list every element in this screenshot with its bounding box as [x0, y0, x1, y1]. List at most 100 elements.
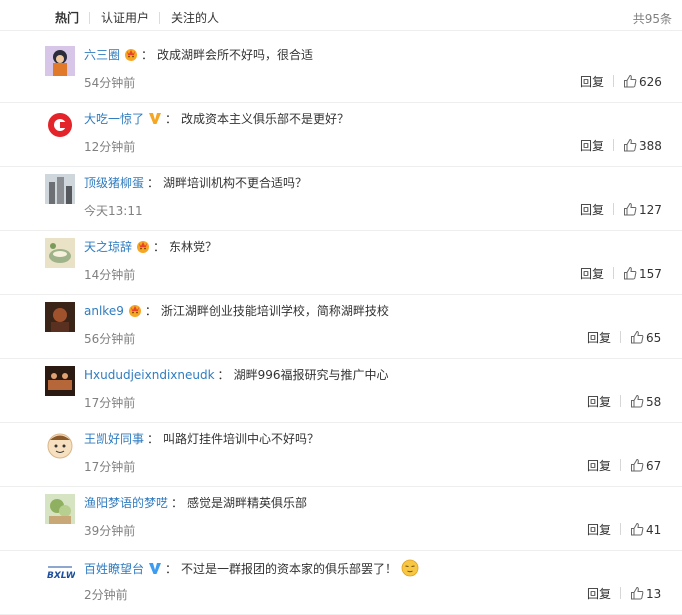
- like-count: 157: [639, 267, 662, 281]
- comment-item: 王凯好同事：叫路灯挂件培训中心不好吗？ 17分钟前 回复 67: [0, 422, 682, 487]
- comment-actions: 回复 65: [587, 329, 661, 349]
- reply-button[interactable]: 回复: [580, 137, 604, 155]
- comment-text: 改成资本主义俱乐部不是更好？: [181, 112, 350, 126]
- comment-username[interactable]: 百姓瞭望台: [84, 562, 144, 576]
- comment-text: 感觉是湖畔精英俱乐部: [187, 496, 308, 510]
- comment-time: 17分钟前: [84, 396, 136, 410]
- action-divider: [613, 139, 615, 151]
- thumbs-up-icon[interactable]: [630, 330, 644, 349]
- action-divider: [620, 331, 622, 343]
- action-divider: [613, 75, 615, 87]
- like-count: 626: [639, 75, 662, 89]
- reply-button[interactable]: 回复: [587, 329, 611, 347]
- thumbs-up-icon[interactable]: [630, 394, 644, 413]
- comment-actions: 回复 388: [580, 137, 662, 157]
- comment-tabs: 热门 认证用户 关注的人 共95条: [0, 0, 682, 31]
- thumbs-up-icon[interactable]: [630, 586, 644, 605]
- avatar[interactable]: [45, 174, 75, 204]
- action-divider: [613, 203, 615, 215]
- thumbs-up-icon[interactable]: [623, 74, 637, 93]
- comment-username[interactable]: 天之琼辞: [84, 240, 132, 254]
- action-divider: [620, 459, 622, 471]
- thumbs-up-icon[interactable]: [630, 458, 644, 477]
- comment-item: 天之琼辞：东林党？ 14分钟前 回复 157: [0, 230, 682, 295]
- like-count: 13: [646, 587, 662, 601]
- comment-time: 2分钟前: [84, 588, 128, 602]
- tab-verified-users[interactable]: 认证用户: [101, 10, 149, 26]
- comment-actions: 回复 67: [587, 457, 661, 477]
- like-count: 58: [646, 395, 662, 409]
- comment-item: 顶级猪柳蛋：湖畔培训机构不更合适吗？ 今天13:11 回复 127: [0, 166, 682, 231]
- reply-button[interactable]: 回复: [580, 265, 604, 283]
- tab-divider: [159, 12, 160, 24]
- comment-item: anlke9：浙江湖畔创业技能培训学校，简称湖畔技校 56分钟前 回复 65: [0, 294, 682, 359]
- tab-hot[interactable]: 热门: [55, 10, 79, 26]
- avatar[interactable]: BXLWT: [45, 558, 75, 588]
- like-count: 65: [646, 331, 662, 345]
- comment-text: 改成湖畔会所不好吗，很合适: [157, 48, 314, 62]
- avatar[interactable]: [45, 46, 75, 76]
- avatar[interactable]: [45, 494, 75, 524]
- comment-username[interactable]: 顶级猪柳蛋: [84, 176, 144, 190]
- comment-username[interactable]: 六三圈: [84, 48, 120, 62]
- like-count: 388: [639, 139, 662, 153]
- crown-badge-icon: [136, 239, 150, 257]
- comment-text: 不过是一群报团的资本家的俱乐部罢了！: [181, 562, 398, 576]
- comment-time: 14分钟前: [84, 268, 136, 282]
- reply-button[interactable]: 回复: [587, 393, 611, 411]
- tab-following[interactable]: 关注的人: [171, 10, 219, 26]
- avatar[interactable]: [45, 366, 75, 396]
- like-count: 41: [646, 523, 662, 537]
- comment-actions: 回复 127: [580, 201, 662, 221]
- comment-text: 叫路灯挂件培训中心不好吗？: [163, 432, 320, 446]
- comment-time: 54分钟前: [84, 76, 136, 90]
- comment-item: 大吃一惊了：改成资本主义俱乐部不是更好？ 12分钟前 回复 388: [0, 102, 682, 167]
- comment-actions: 回复 157: [580, 265, 662, 285]
- comment-actions: 回复 58: [587, 393, 661, 413]
- thumbs-up-icon[interactable]: [623, 266, 637, 285]
- v-badge-icon: [148, 561, 162, 579]
- avatar[interactable]: [45, 430, 75, 460]
- like-count: 127: [639, 203, 662, 217]
- thumbs-up-icon[interactable]: [623, 202, 637, 221]
- v-badge-icon: [148, 111, 162, 129]
- comment-time: 今天13:11: [84, 204, 143, 218]
- avatar[interactable]: [45, 238, 75, 268]
- comment-actions: 回复 41: [587, 521, 661, 541]
- reply-button[interactable]: 回复: [587, 457, 611, 475]
- comment-username[interactable]: anlke9: [84, 304, 124, 318]
- thumbs-up-icon[interactable]: [623, 138, 637, 157]
- comment-text: 湖畔996福报研究与推广中心: [233, 368, 389, 382]
- crown-badge-icon: [128, 303, 142, 321]
- comment-time: 17分钟前: [84, 460, 136, 474]
- comment-actions: 回复 626: [580, 73, 662, 93]
- comment-username[interactable]: Hxududjeixndixneudk: [84, 368, 215, 382]
- svg-text:BXLWT: BXLWT: [47, 571, 75, 581]
- crown-badge-icon: [124, 47, 138, 65]
- tab-divider: [89, 12, 90, 24]
- comment-text: 浙江湖畔创业技能培训学校，简称湖畔技校: [160, 304, 389, 318]
- reply-button[interactable]: 回复: [587, 585, 611, 603]
- reply-button[interactable]: 回复: [587, 521, 611, 539]
- avatar[interactable]: [45, 110, 75, 140]
- action-divider: [620, 395, 622, 407]
- comment-item: 渔阳梦语的梦呓：感觉是湖畔精英俱乐部 39分钟前 回复 41: [0, 486, 682, 551]
- reply-button[interactable]: 回复: [580, 201, 604, 219]
- thumbs-up-icon[interactable]: [630, 522, 644, 541]
- avatar[interactable]: [45, 302, 75, 332]
- smirk-emoji-icon: [401, 559, 419, 581]
- comment-total-count: 共95条: [632, 12, 672, 26]
- comment-username[interactable]: 王凯好同事: [84, 432, 144, 446]
- action-divider: [620, 523, 622, 535]
- comment-text: 湖畔培训机构不更合适吗？: [163, 176, 308, 190]
- comment-item: 六三圈：改成湖畔会所不好吗，很合适 54分钟前 回复 626: [0, 38, 682, 103]
- comment-username[interactable]: 渔阳梦语的梦呓: [84, 496, 168, 510]
- comment-time: 56分钟前: [84, 332, 136, 346]
- comment-time: 39分钟前: [84, 524, 136, 538]
- action-divider: [613, 267, 615, 279]
- comment-username[interactable]: 大吃一惊了: [84, 112, 144, 126]
- like-count: 67: [646, 459, 662, 473]
- comment-actions: 回复 13: [587, 585, 661, 605]
- reply-button[interactable]: 回复: [580, 73, 604, 91]
- comment-text: 东林党？: [169, 240, 218, 254]
